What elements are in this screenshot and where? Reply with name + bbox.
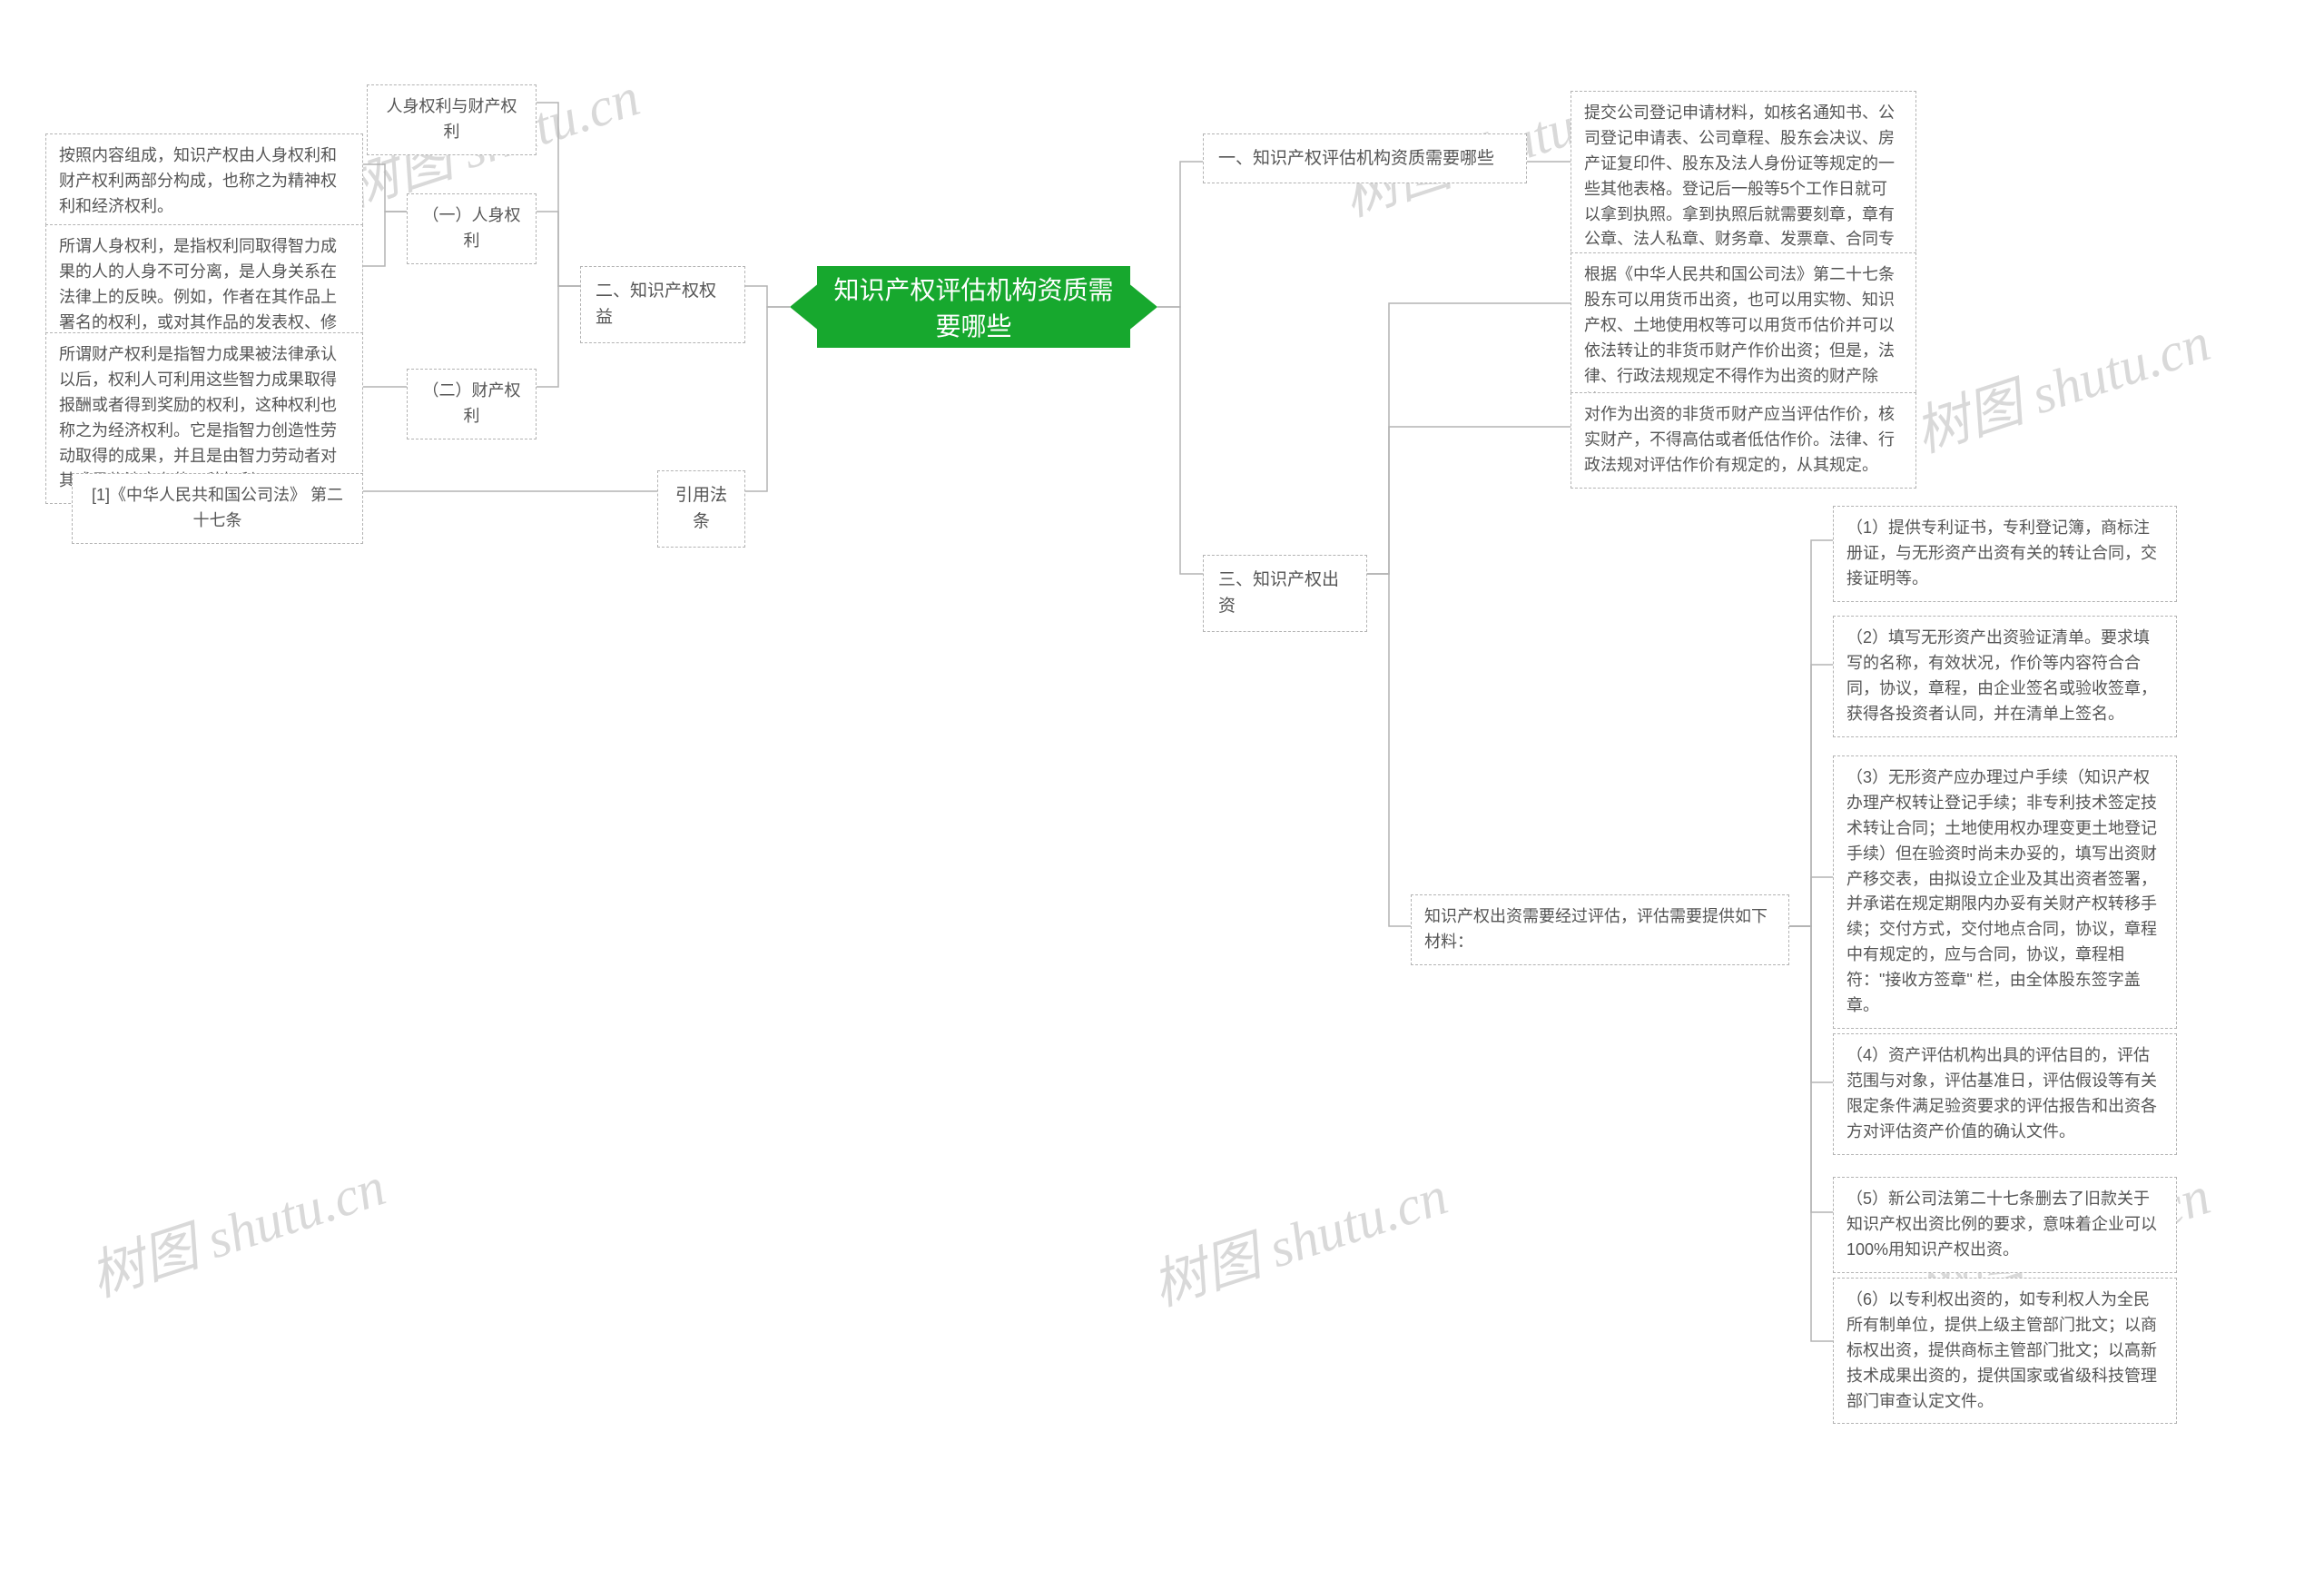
section-3-node[interactable]: 三、知识产权出资 <box>1203 555 1367 632</box>
section-2-node[interactable]: 二、知识产权权益 <box>580 266 745 343</box>
root-title-line2: 要哪些 <box>935 312 1011 341</box>
section-3-eval-m3[interactable]: （3）无形资产应办理过户手续（知识产权办理产权转让登记手续；非专利技术签定技术转… <box>1833 755 2177 1029</box>
section-3-eval-m2[interactable]: （2）填写无形资产出资验证清单。要求填写的名称，有效状况，作价等内容符合合同，协… <box>1833 616 2177 737</box>
watermark: 树图 shutu.cn <box>1904 298 2219 468</box>
root-title-line1: 知识产权评估机构资质需 <box>833 276 1113 304</box>
section-3-eval-m6[interactable]: （6）以专利权出资的，如专利权人为全民所有制单位，提供上级主管部门批文；以商标权… <box>1833 1278 2177 1424</box>
section-2-sub2[interactable]: （二）财产权利 <box>407 369 537 439</box>
section-2-sub1[interactable]: （一）人身权利 <box>407 193 537 264</box>
section-3-eval-m1[interactable]: （1）提供专利证书，专利登记簿，商标注册证，与无形资产出资有关的转让合同，交接证… <box>1833 506 2177 602</box>
watermark: 树图 shutu.cn <box>1141 1151 1456 1321</box>
section-2-item0[interactable]: 人身权利与财产权利 <box>367 84 537 155</box>
section-3-eval-m5[interactable]: （5）新公司法第二十七条删去了旧款关于知识产权出资比例的要求，意味着企业可以10… <box>1833 1177 2177 1273</box>
root-node[interactable]: 知识产权评估机构资质需 要哪些 <box>817 266 1130 348</box>
citation-ref[interactable]: [1]《中华人民共和国公司法》 第二十七条 <box>72 473 363 544</box>
citation-node[interactable]: 引用法条 <box>657 470 745 548</box>
section-3-p2[interactable]: 对作为出资的非货币财产应当评估作价，核实财产，不得高估或者低估作价。法律、行政法… <box>1571 392 1916 489</box>
section-1-node[interactable]: 一、知识产权评估机构资质需要哪些 <box>1203 133 1527 183</box>
section-3-eval-m4[interactable]: （4）资产评估机构出具的评估目的，评估范围与对象，评估基准日，评估假设等有关限定… <box>1833 1033 2177 1155</box>
section-3-eval-intro[interactable]: 知识产权出资需要经过评估，评估需要提供如下材料： <box>1411 894 1789 965</box>
section-2-sub1-d1[interactable]: 按照内容组成，知识产权由人身权利和财产权利两部分构成，也称之为精神权利和经济权利… <box>45 133 363 230</box>
watermark: 树图 shutu.cn <box>79 1142 394 1312</box>
